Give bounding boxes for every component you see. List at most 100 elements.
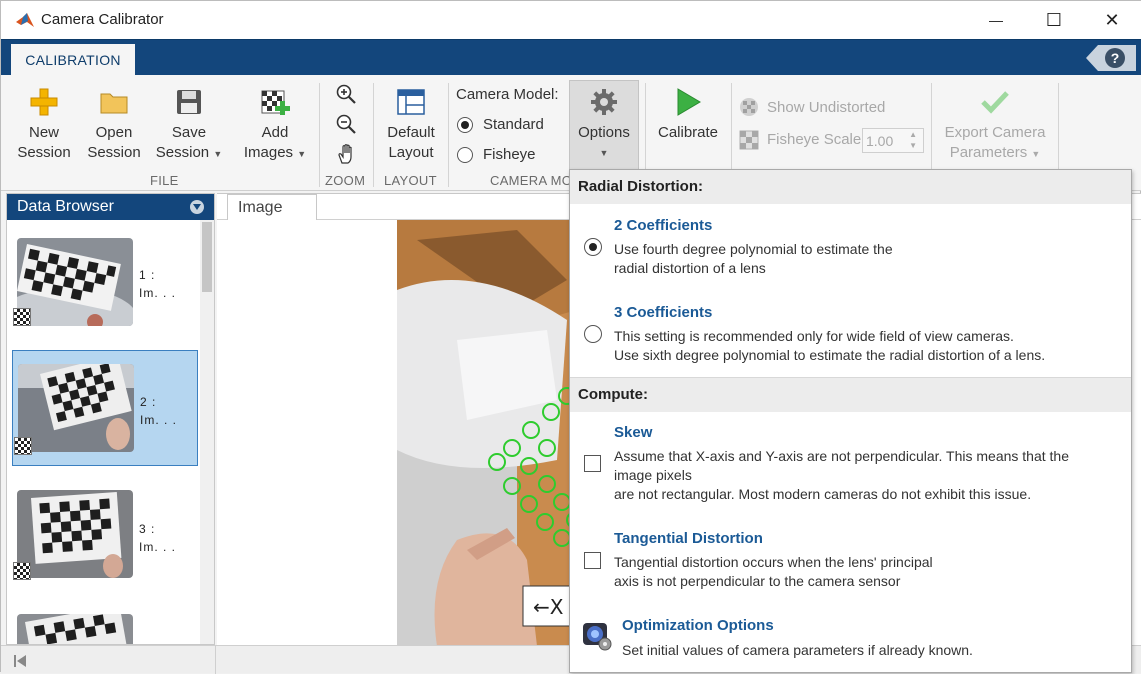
checkerboard-badge-icon xyxy=(13,562,31,580)
divider xyxy=(215,646,216,674)
spinner-down-icon[interactable]: ▼ xyxy=(909,141,917,150)
list-item-number: 2 : xyxy=(140,395,157,409)
zoom-in-icon[interactable] xyxy=(335,83,357,105)
divider xyxy=(373,83,374,187)
standard-radio-option[interactable]: Standard xyxy=(457,116,544,133)
new-session-label-1: New xyxy=(28,124,59,141)
standard-label: Standard xyxy=(483,116,544,133)
open-session-label-1: Open xyxy=(95,124,133,141)
camera-model-label: Camera Model: xyxy=(456,86,559,103)
close-icon: ✕ xyxy=(1104,9,1120,30)
folder-icon xyxy=(100,93,128,114)
tangential-distortion-description: Tangential distortion occurs when the le… xyxy=(614,553,933,591)
save-icon xyxy=(177,90,201,114)
spinner-up-icon[interactable]: ▲ xyxy=(909,130,917,139)
chevron-down-icon: ▼ xyxy=(213,149,223,159)
add-images-label-row: Images ▼ xyxy=(244,143,306,164)
calibrate-button[interactable]: Calibrate xyxy=(651,75,725,143)
two-coefficients-radio[interactable] xyxy=(584,238,602,256)
fisheye-scale-icon xyxy=(739,130,759,150)
tangential-distortion-title[interactable]: Tangential Distortion xyxy=(614,530,763,547)
default-layout-button[interactable]: Default Layout xyxy=(381,75,441,163)
tab-calibration[interactable]: CALIBRATION xyxy=(11,44,135,76)
title-bar: Camera Calibrator — ☐ ✕ xyxy=(1,1,1141,39)
default-layout-label-2: Layout xyxy=(388,144,434,161)
data-browser-title: Data Browser xyxy=(17,198,114,215)
show-undistorted-icon xyxy=(740,98,758,116)
gear-icon xyxy=(591,89,617,115)
radial-distortion-heading: Radial Distortion: xyxy=(570,170,1131,204)
list-item[interactable]: 2 : Im. . . xyxy=(12,350,198,466)
new-session-button[interactable]: New Session xyxy=(13,75,75,163)
skew-checkbox[interactable] xyxy=(584,455,601,472)
skew-title[interactable]: Skew xyxy=(614,424,652,441)
save-session-label-row: Session ▼ xyxy=(156,143,222,164)
description-line: Assume that X-axis and Y-axis are not pe… xyxy=(614,448,1069,464)
data-browser-header: Data Browser xyxy=(7,194,214,220)
list-item-name: Im. . . xyxy=(140,413,177,427)
add-images-icon xyxy=(261,90,290,115)
play-icon xyxy=(677,88,701,116)
pan-hand-icon[interactable] xyxy=(336,143,358,165)
image-thumbnail xyxy=(17,238,133,326)
export-camera-parameters-button[interactable]: Export Camera Parameters ▼ xyxy=(937,75,1053,164)
tangential-distortion-checkbox[interactable] xyxy=(584,552,601,569)
options-label: Options xyxy=(578,124,630,141)
window-title: Camera Calibrator xyxy=(41,11,164,28)
list-item-name: Im. . . xyxy=(139,540,176,554)
scroll-to-start-icon[interactable] xyxy=(13,654,27,668)
list-item-label: 3 : Im. . . xyxy=(139,520,176,556)
zoom-group-label: ZOOM xyxy=(325,173,366,188)
add-images-button[interactable]: Add Images ▼ xyxy=(237,75,313,164)
file-group-label: FILE xyxy=(150,173,179,188)
export-label-2: Parameters xyxy=(949,144,1028,161)
maximize-button[interactable]: ☐ xyxy=(1025,1,1083,39)
minimize-button[interactable]: — xyxy=(967,1,1025,39)
list-item[interactable]: 3 : Im. . . xyxy=(12,484,198,600)
list-item[interactable] xyxy=(12,608,198,644)
add-images-label-1: Add xyxy=(261,124,289,141)
image-thumbnail xyxy=(17,614,133,644)
three-coefficients-title[interactable]: 3 Coefficients xyxy=(614,304,712,321)
save-session-button[interactable]: Save Session ▼ xyxy=(151,75,227,164)
new-session-icon xyxy=(30,88,58,116)
description-line: axis is not perpendicular to the camera … xyxy=(614,573,901,589)
close-button[interactable]: ✕ xyxy=(1083,1,1141,39)
list-item[interactable]: 1 : Im. . . xyxy=(12,234,198,350)
open-session-button[interactable]: Open Session xyxy=(83,75,145,163)
help-button[interactable]: ? xyxy=(1086,45,1136,71)
scrollbar-thumb[interactable] xyxy=(202,222,212,292)
data-browser-scrollbar[interactable] xyxy=(200,220,214,644)
data-browser-panel: Data Browser 1: Im. . . 2: Im. . . 3:… xyxy=(6,193,215,645)
fisheye-radio-option[interactable]: Fisheye xyxy=(457,146,536,163)
new-session-label-2: Session xyxy=(17,144,71,161)
optimization-options-title[interactable]: Optimization Options xyxy=(622,617,774,634)
zoom-out-icon[interactable] xyxy=(335,113,357,135)
two-coefficients-description: Use fourth degree polynomial to estimate… xyxy=(614,240,893,278)
list-item-number: 3 : xyxy=(139,522,156,536)
save-session-label-1: Save xyxy=(171,124,207,141)
two-coefficients-title[interactable]: 2 Coefficients xyxy=(614,217,712,234)
layout-icon xyxy=(397,89,425,115)
description-line: This setting is recommended only for wid… xyxy=(614,328,1014,344)
camera-model-group-label: CAMERA MO xyxy=(490,173,573,188)
description-line: Tangential distortion occurs when the le… xyxy=(614,554,933,570)
standard-radio[interactable] xyxy=(457,116,473,133)
calibrate-label: Calibrate xyxy=(657,124,719,141)
tab-image[interactable]: Image xyxy=(227,194,317,220)
fisheye-radio[interactable] xyxy=(457,146,473,163)
list-item-number: 1 : xyxy=(139,268,156,282)
camera-settings-icon[interactable] xyxy=(581,620,613,652)
divider xyxy=(319,83,320,187)
three-coefficients-radio[interactable] xyxy=(584,325,602,343)
options-button[interactable]: Options ▼ xyxy=(569,75,639,163)
fisheye-scale-spinner[interactable]: 1.00 ▲ ▼ xyxy=(862,128,924,153)
compute-heading: Compute: xyxy=(570,378,1131,412)
description-line: Use sixth degree polynomial to estimate … xyxy=(614,347,1046,363)
panel-menu-icon[interactable] xyxy=(190,200,204,214)
skew-description: Assume that X-axis and Y-axis are not pe… xyxy=(614,447,1069,504)
fisheye-scale-value: 1.00 xyxy=(866,133,894,149)
show-undistorted-label[interactable]: Show Undistorted xyxy=(767,99,885,116)
fisheye-scale-label: Fisheye Scale xyxy=(767,131,862,148)
list-item-name: Im. . . xyxy=(139,286,176,300)
